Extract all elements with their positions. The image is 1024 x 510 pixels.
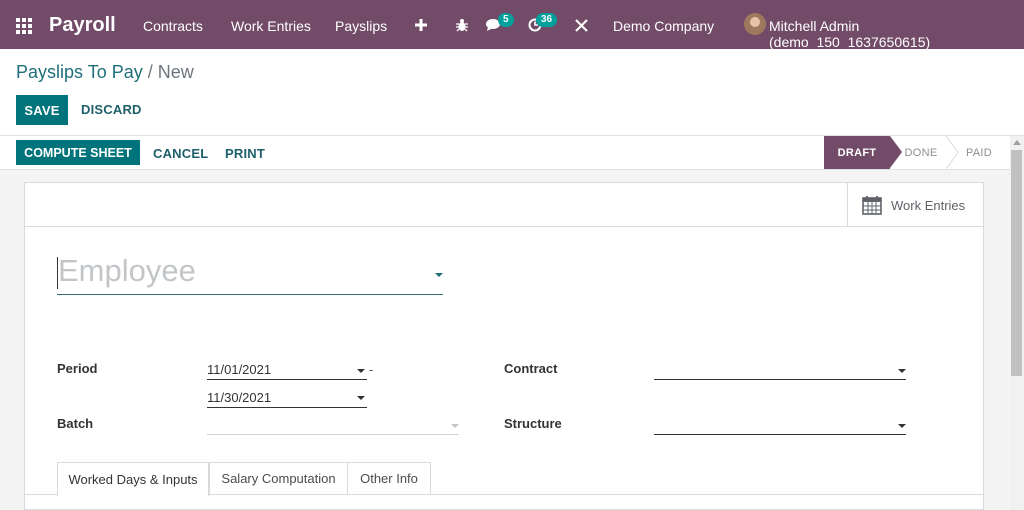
date-to-dropdown-icon[interactable] (357, 396, 365, 400)
calendar-icon (862, 196, 882, 215)
employee-dropdown-icon[interactable] (435, 273, 443, 277)
employee-input[interactable]: Employee (57, 251, 443, 295)
user-menu[interactable]: Mitchell Admin (demo_150_1637650615) (769, 18, 1024, 50)
date-from-field[interactable]: 11/01/2021 (207, 360, 367, 380)
breadcrumb-separator: / (147, 62, 153, 82)
contract-label: Contract (504, 361, 558, 376)
top-navbar: Payroll Contracts Work Entries Payslips … (0, 0, 1024, 50)
print-button[interactable]: PRINT (225, 146, 265, 161)
structure-field[interactable] (654, 415, 906, 435)
breadcrumb-current: New (157, 62, 194, 82)
date-from-dropdown-icon[interactable] (357, 369, 365, 373)
tab-other-info[interactable]: Other Info (347, 462, 431, 495)
breadcrumb: Payslips To Pay / New (16, 62, 194, 83)
menu-work-entries[interactable]: Work Entries (231, 18, 311, 34)
bug-icon[interactable] (455, 18, 469, 32)
date-to-value: 11/30/2021 (207, 390, 272, 405)
stage-draft[interactable]: DRAFT (824, 136, 902, 169)
save-button[interactable]: SAVE (16, 95, 68, 125)
tab-worked-days-inputs[interactable]: Worked Days & Inputs (57, 462, 209, 496)
date-from-value: 11/01/2021 (207, 362, 272, 377)
user-avatar[interactable] (744, 13, 766, 35)
apps-menu-icon[interactable] (16, 18, 32, 34)
work-entries-smart-button[interactable]: Work Entries (847, 183, 983, 227)
work-entries-label: Work Entries (891, 197, 966, 213)
scroll-up-arrow-icon[interactable] (1013, 140, 1021, 145)
date-separator: - (369, 362, 374, 377)
tab-salary-computation[interactable]: Salary Computation (209, 462, 348, 495)
menu-contracts[interactable]: Contracts (143, 18, 203, 34)
contract-dropdown-icon[interactable] (898, 369, 906, 373)
batch-dropdown-icon[interactable] (451, 424, 459, 428)
scrollbar-thumb[interactable] (1011, 150, 1022, 376)
button-box: Work Entries (25, 183, 983, 227)
structure-dropdown-icon[interactable] (898, 424, 906, 428)
messages-badge: 5 (498, 13, 514, 27)
activities-badge: 36 (536, 13, 558, 27)
plus-icon[interactable] (415, 19, 427, 31)
date-to-field[interactable]: 11/30/2021 (207, 388, 367, 408)
tools-icon[interactable] (575, 19, 588, 32)
app-name[interactable]: Payroll (49, 14, 116, 37)
batch-field[interactable] (207, 415, 459, 435)
compute-sheet-button[interactable]: COMPUTE SHEET (16, 140, 140, 165)
stage-done[interactable]: DONE (893, 136, 949, 169)
discard-button[interactable]: DISCARD (81, 102, 142, 117)
cancel-button[interactable]: CANCEL (153, 146, 208, 161)
employee-placeholder: Employee (58, 253, 196, 288)
stage-paid[interactable]: PAID (958, 136, 1000, 169)
contract-field[interactable] (654, 360, 906, 380)
breadcrumb-parent[interactable]: Payslips To Pay (16, 62, 143, 82)
company-switcher[interactable]: Demo Company (613, 18, 714, 34)
period-label: Period (57, 361, 98, 376)
menu-payslips[interactable]: Payslips (335, 18, 387, 34)
batch-label: Batch (57, 416, 94, 431)
structure-label: Structure (504, 416, 562, 431)
form-sheet: Work Entries Employee Period 11/01/2021 … (24, 182, 984, 510)
